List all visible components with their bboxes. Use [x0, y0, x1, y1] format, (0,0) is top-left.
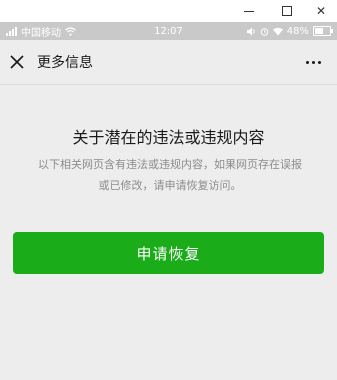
window-close-icon: ✕ [315, 4, 327, 18]
minimize-icon [244, 10, 254, 12]
status-bar: 中国移动 12:07 48% [0, 22, 337, 40]
window-maximize-button[interactable] [270, 0, 304, 22]
battery-percent: 48% [286, 25, 309, 37]
alarm-icon [260, 27, 269, 36]
page-title: 更多信息 [37, 55, 93, 71]
warning-heading: 关于潜在的违法或违规内容 [72, 128, 265, 147]
wifi-icon-right [272, 27, 283, 35]
warning-description: 以下相关网页含有违法或违规内容，如果网页存在误报或已修改，请申请恢复访问。 [38, 158, 302, 192]
nav-bar: 更多信息 [0, 40, 337, 85]
window-close-button[interactable]: ✕ [304, 0, 337, 22]
volume-icon [246, 27, 255, 35]
window-minimize-button[interactable] [232, 0, 266, 22]
request-restore-button[interactable]: 申请恢复 [13, 232, 324, 274]
maximize-icon [282, 6, 292, 16]
close-icon[interactable] [9, 54, 25, 70]
battery-icon [313, 26, 333, 36]
window-titlebar: ✕ [0, 0, 337, 22]
battery-level [315, 28, 323, 34]
status-bar-right: 48% [246, 25, 333, 37]
more-icon[interactable] [306, 61, 321, 64]
